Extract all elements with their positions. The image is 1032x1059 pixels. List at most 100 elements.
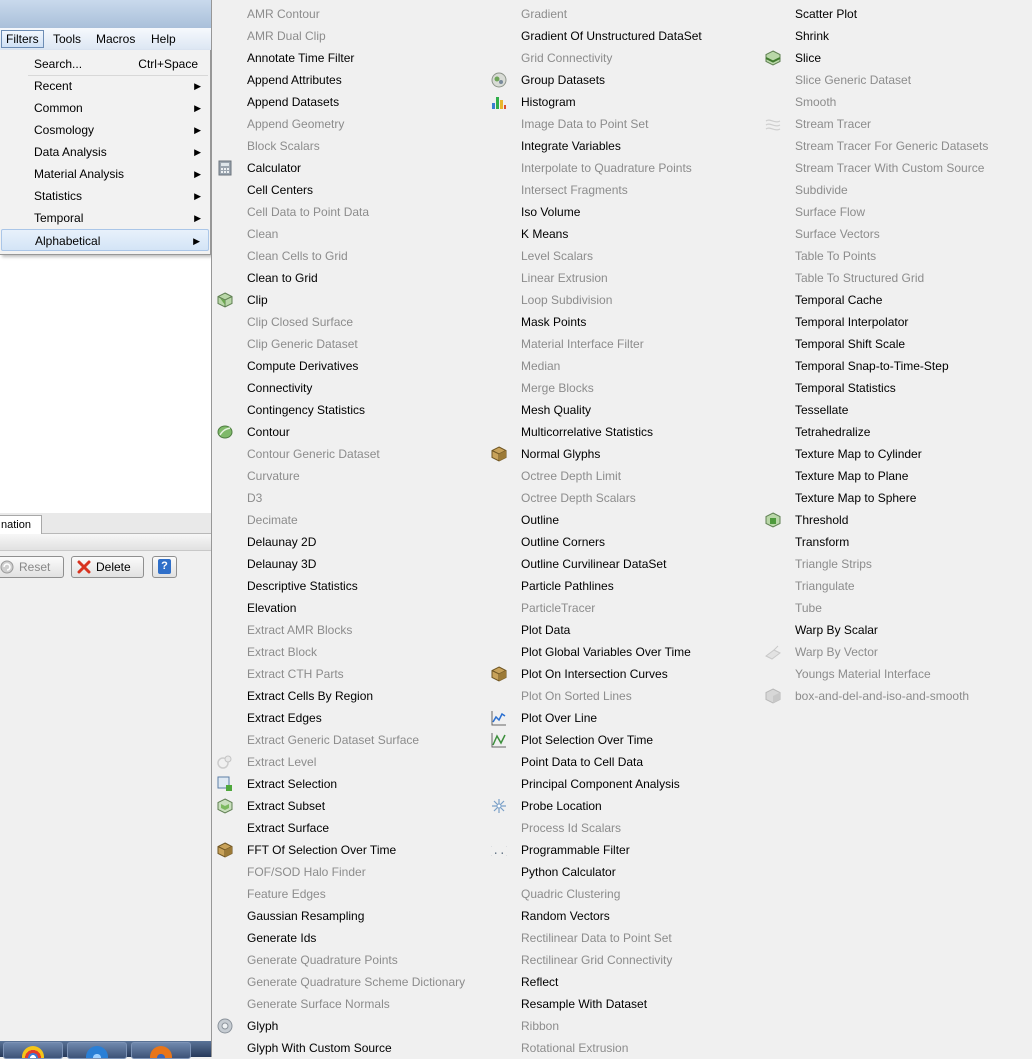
filter-item-generate-quadrature-scheme-dictionary[interactable]: Generate Quadrature Scheme Dictionary (212, 971, 486, 993)
filter-item-octree-depth-limit[interactable]: Octree Depth Limit (486, 465, 760, 487)
filter-item-plot-over-line[interactable]: Plot Over Line (486, 707, 760, 729)
filter-item-interpolate-to-quadrature-points[interactable]: Interpolate to Quadrature Points (486, 157, 760, 179)
tab-information[interactable]: nation (0, 515, 42, 535)
filter-item-extract-subset[interactable]: Extract Subset (212, 795, 486, 817)
filter-item-temporal-snap-to-time-step[interactable]: Temporal Snap-to-Time-Step (760, 355, 1032, 377)
filter-item-clean[interactable]: Clean (212, 223, 486, 245)
filter-item-plot-on-sorted-lines[interactable]: Plot On Sorted Lines (486, 685, 760, 707)
filter-item-threshold[interactable]: Threshold (760, 509, 1032, 531)
filter-item-generate-surface-normals[interactable]: Generate Surface Normals (212, 993, 486, 1015)
filter-item-compute-derivatives[interactable]: Compute Derivatives (212, 355, 486, 377)
filter-item-append-datasets[interactable]: Append Datasets (212, 91, 486, 113)
filter-item-extract-cth-parts[interactable]: Extract CTH Parts (212, 663, 486, 685)
filters-temporal-item[interactable]: Temporal ▶ (1, 207, 209, 229)
filter-item-annotate-time-filter[interactable]: Annotate Time Filter (212, 47, 486, 69)
filter-item-process-id-scalars[interactable]: Process Id Scalars (486, 817, 760, 839)
filter-item-particle-pathlines[interactable]: Particle Pathlines (486, 575, 760, 597)
filter-item-youngs-material-interface[interactable]: Youngs Material Interface (760, 663, 1032, 685)
filter-item-histogram[interactable]: Histogram (486, 91, 760, 113)
filter-item-smooth[interactable]: Smooth (760, 91, 1032, 113)
filter-item-contour-generic-dataset[interactable]: Contour Generic Dataset (212, 443, 486, 465)
filter-item-subdivide[interactable]: Subdivide (760, 179, 1032, 201)
filter-item-texture-map-to-cylinder[interactable]: Texture Map to Cylinder (760, 443, 1032, 465)
filter-item-loop-subdivision[interactable]: Loop Subdivision (486, 289, 760, 311)
filters-search-item[interactable]: Search... Ctrl+Space (1, 53, 209, 75)
filter-item-tetrahedralize[interactable]: Tetrahedralize (760, 421, 1032, 443)
filter-item-clip[interactable]: Clip (212, 289, 486, 311)
filter-item-descriptive-statistics[interactable]: Descriptive Statistics (212, 575, 486, 597)
filter-item-k-means[interactable]: K Means (486, 223, 760, 245)
filter-item-elevation[interactable]: Elevation (212, 597, 486, 619)
filter-item-mask-points[interactable]: Mask Points (486, 311, 760, 333)
filter-item-cell-data-to-point-data[interactable]: Cell Data to Point Data (212, 201, 486, 223)
filter-item-clean-to-grid[interactable]: Clean to Grid (212, 267, 486, 289)
filter-item-feature-edges[interactable]: Feature Edges (212, 883, 486, 905)
filter-item-triangulate[interactable]: Triangulate (760, 575, 1032, 597)
filter-item-merge-blocks[interactable]: Merge Blocks (486, 377, 760, 399)
filter-item-delaunay-3d[interactable]: Delaunay 3D (212, 553, 486, 575)
filter-item-outline-curvilinear-dataset[interactable]: Outline Curvilinear DataSet (486, 553, 760, 575)
filter-item-table-to-points[interactable]: Table To Points (760, 245, 1032, 267)
filter-item-fof-sod-halo-finder[interactable]: FOF/SOD Halo Finder (212, 861, 486, 883)
filter-item-image-data-to-point-set[interactable]: Image Data to Point Set (486, 113, 760, 135)
filter-item-integrate-variables[interactable]: Integrate Variables (486, 135, 760, 157)
filter-item-warp-by-vector[interactable]: Warp By Vector (760, 641, 1032, 663)
filter-item-contour[interactable]: Contour (212, 421, 486, 443)
filter-item-linear-extrusion[interactable]: Linear Extrusion (486, 267, 760, 289)
menu-tools[interactable]: Tools (49, 31, 85, 47)
filter-item-extract-generic-dataset-surface[interactable]: Extract Generic Dataset Surface (212, 729, 486, 751)
filter-item-extract-amr-blocks[interactable]: Extract AMR Blocks (212, 619, 486, 641)
filter-item-temporal-shift-scale[interactable]: Temporal Shift Scale (760, 333, 1032, 355)
filter-item-extract-block[interactable]: Extract Block (212, 641, 486, 663)
filter-item-iso-volume[interactable]: Iso Volume (486, 201, 760, 223)
filter-item-quadric-clustering[interactable]: Quadric Clustering (486, 883, 760, 905)
filter-item-warp-by-scalar[interactable]: Warp By Scalar (760, 619, 1032, 641)
filter-item-stream-tracer[interactable]: Stream Tracer (760, 113, 1032, 135)
filter-item-intersect-fragments[interactable]: Intersect Fragments (486, 179, 760, 201)
filter-item-rectilinear-grid-connectivity[interactable]: Rectilinear Grid Connectivity (486, 949, 760, 971)
filters-statistics-item[interactable]: Statistics ▶ (1, 185, 209, 207)
filter-item-clean-cells-to-grid[interactable]: Clean Cells to Grid (212, 245, 486, 267)
filter-item-generate-ids[interactable]: Generate Ids (212, 927, 486, 949)
filters-material-analysis-item[interactable]: Material Analysis ▶ (1, 163, 209, 185)
filter-item-decimate[interactable]: Decimate (212, 509, 486, 531)
filter-item-resample-with-dataset[interactable]: Resample With Dataset (486, 993, 760, 1015)
menu-filters[interactable]: Filters (1, 30, 44, 48)
filter-item-block-scalars[interactable]: Block Scalars (212, 135, 486, 157)
menu-macros[interactable]: Macros (92, 31, 139, 47)
filters-alphabetical-item[interactable]: Alphabetical ▶ (1, 229, 209, 251)
filters-data-analysis-item[interactable]: Data Analysis ▶ (1, 141, 209, 163)
filter-item-generate-quadrature-points[interactable]: Generate Quadrature Points (212, 949, 486, 971)
filter-item-slice[interactable]: Slice (760, 47, 1032, 69)
filter-item-material-interface-filter[interactable]: Material Interface Filter (486, 333, 760, 355)
filter-item-amr-dual-clip[interactable]: AMR Dual Clip (212, 25, 486, 47)
filter-item-outline-corners[interactable]: Outline Corners (486, 531, 760, 553)
filter-item-slice-generic-dataset[interactable]: Slice Generic Dataset (760, 69, 1032, 91)
filters-cosmology-item[interactable]: Cosmology ▶ (1, 119, 209, 141)
filter-item-extract-selection[interactable]: Extract Selection (212, 773, 486, 795)
filter-item-calculator[interactable]: Calculator (212, 157, 486, 179)
filter-item-multicorrelative-statistics[interactable]: Multicorrelative Statistics (486, 421, 760, 443)
filter-item-texture-map-to-plane[interactable]: Texture Map to Plane (760, 465, 1032, 487)
filter-item-surface-vectors[interactable]: Surface Vectors (760, 223, 1032, 245)
filter-item-texture-map-to-sphere[interactable]: Texture Map to Sphere (760, 487, 1032, 509)
filter-item-extract-surface[interactable]: Extract Surface (212, 817, 486, 839)
delete-button[interactable]: Delete (71, 556, 144, 578)
filter-item-plot-on-intersection-curves[interactable]: Plot On Intersection Curves (486, 663, 760, 685)
filter-item-fft-of-selection-over-time[interactable]: FFT Of Selection Over Time (212, 839, 486, 861)
filter-item-d3[interactable]: D3 (212, 487, 486, 509)
help-button[interactable]: ? (152, 556, 177, 578)
filter-item-connectivity[interactable]: Connectivity (212, 377, 486, 399)
filter-item-level-scalars[interactable]: Level Scalars (486, 245, 760, 267)
taskbar-chrome-button[interactable] (3, 1042, 63, 1059)
filter-item-gradient[interactable]: Gradient (486, 3, 760, 25)
filter-item-glyph[interactable]: Glyph (212, 1015, 486, 1037)
filter-item-contingency-statistics[interactable]: Contingency Statistics (212, 399, 486, 421)
filter-item-plot-data[interactable]: Plot Data (486, 619, 760, 641)
taskbar-ie-button[interactable] (67, 1042, 127, 1059)
filter-item-grid-connectivity[interactable]: Grid Connectivity (486, 47, 760, 69)
reset-button[interactable]: Reset (0, 556, 64, 578)
filters-recent-item[interactable]: Recent ▶ (1, 75, 209, 97)
filter-item-rotational-extrusion[interactable]: Rotational Extrusion (486, 1037, 760, 1059)
filter-item-stream-tracer-with-custom-source[interactable]: Stream Tracer With Custom Source (760, 157, 1032, 179)
